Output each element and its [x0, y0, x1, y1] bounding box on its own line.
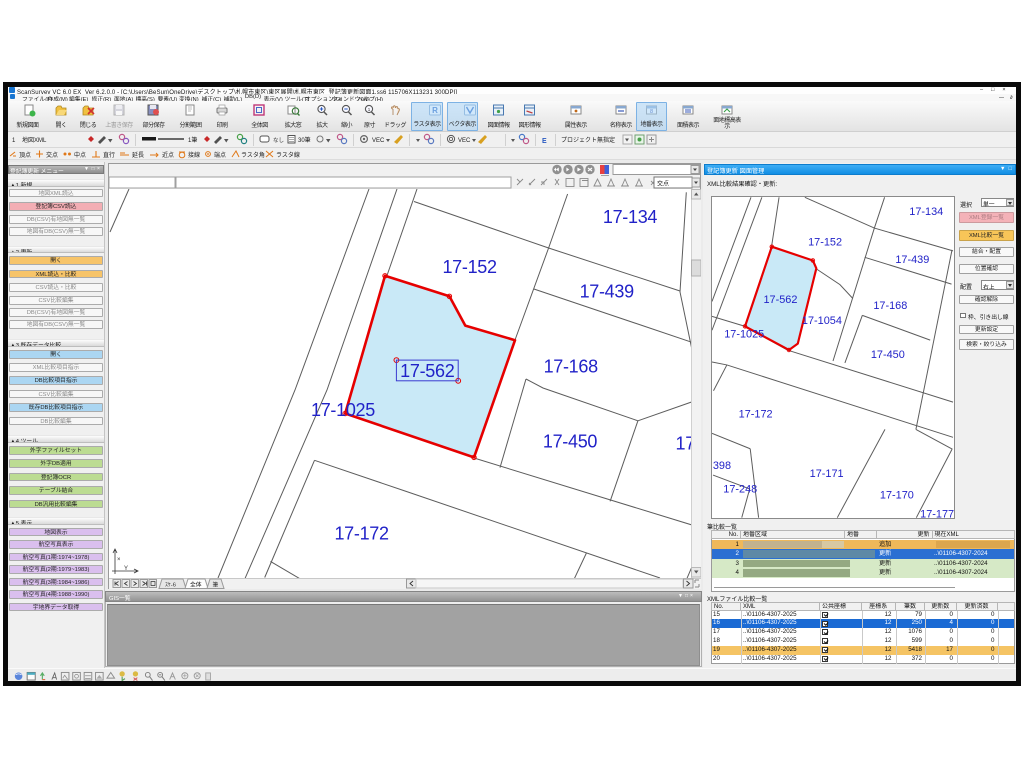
- svg-text:地図XML: 地図XML: [22, 136, 47, 144]
- svg-text:17-450: 17-450: [543, 431, 598, 451]
- svg-text:延長: 延長: [132, 151, 144, 159]
- svg-text:17-152: 17-152: [442, 257, 497, 277]
- svg-text:×: ×: [117, 557, 121, 563]
- svg-text:ラスタ角: ラスタ角: [241, 151, 265, 159]
- svg-text:17-562: 17-562: [400, 361, 455, 381]
- svg-text:17-450: 17-450: [871, 349, 905, 361]
- svg-text:398: 398: [713, 460, 731, 472]
- svg-text:ラスタ線: ラスタ線: [276, 151, 300, 159]
- svg-text:17: 17: [675, 434, 690, 454]
- svg-text:1筆: 1筆: [188, 136, 197, 144]
- svg-text:接線: 接線: [188, 151, 200, 159]
- svg-text:17-1054: 17-1054: [802, 315, 842, 327]
- svg-text:端点: 端点: [214, 151, 226, 159]
- svg-text:Y: Y: [124, 566, 128, 572]
- svg-text:VEC: VEC: [458, 138, 471, 144]
- svg-text:17-172: 17-172: [739, 409, 773, 421]
- svg-text:E: E: [542, 138, 547, 145]
- svg-text:17-170: 17-170: [880, 490, 914, 502]
- svg-text:なし: なし: [273, 137, 284, 144]
- svg-text:17-171: 17-171: [810, 468, 844, 480]
- svg-text:交点: 交点: [657, 180, 669, 188]
- svg-text:プロジェクト無指定: プロジェクト無指定: [561, 136, 615, 144]
- svg-text:17-152: 17-152: [808, 237, 842, 249]
- svg-text:中点: 中点: [74, 151, 86, 159]
- svg-text:17-134: 17-134: [603, 207, 658, 227]
- svg-text:筆: 筆: [212, 580, 218, 588]
- svg-text:17-168: 17-168: [873, 300, 907, 312]
- svg-text:17-248: 17-248: [723, 483, 757, 495]
- svg-text:17-168: 17-168: [544, 357, 599, 377]
- svg-text:17-439: 17-439: [895, 254, 929, 266]
- svg-text:17-177: 17-177: [920, 509, 954, 519]
- svg-text:17-172: 17-172: [334, 524, 389, 544]
- svg-text:17-134: 17-134: [909, 206, 943, 218]
- svg-text:17-1025: 17-1025: [311, 400, 375, 420]
- svg-text:1: 1: [12, 138, 16, 144]
- svg-text:全体: 全体: [190, 580, 202, 588]
- svg-text:17-562: 17-562: [763, 294, 797, 306]
- svg-text:近点: 近点: [162, 151, 174, 159]
- svg-text:17-1025: 17-1025: [724, 328, 764, 340]
- svg-text:17-439: 17-439: [580, 281, 635, 301]
- svg-text:30筆: 30筆: [298, 136, 311, 144]
- svg-text:頂点: 頂点: [19, 151, 31, 159]
- svg-text:交点: 交点: [46, 151, 58, 159]
- svg-text:VEC: VEC: [372, 138, 385, 144]
- svg-text:直行: 直行: [103, 151, 115, 159]
- svg-text:ｽｹ-6: ｽｹ-6: [165, 581, 176, 588]
